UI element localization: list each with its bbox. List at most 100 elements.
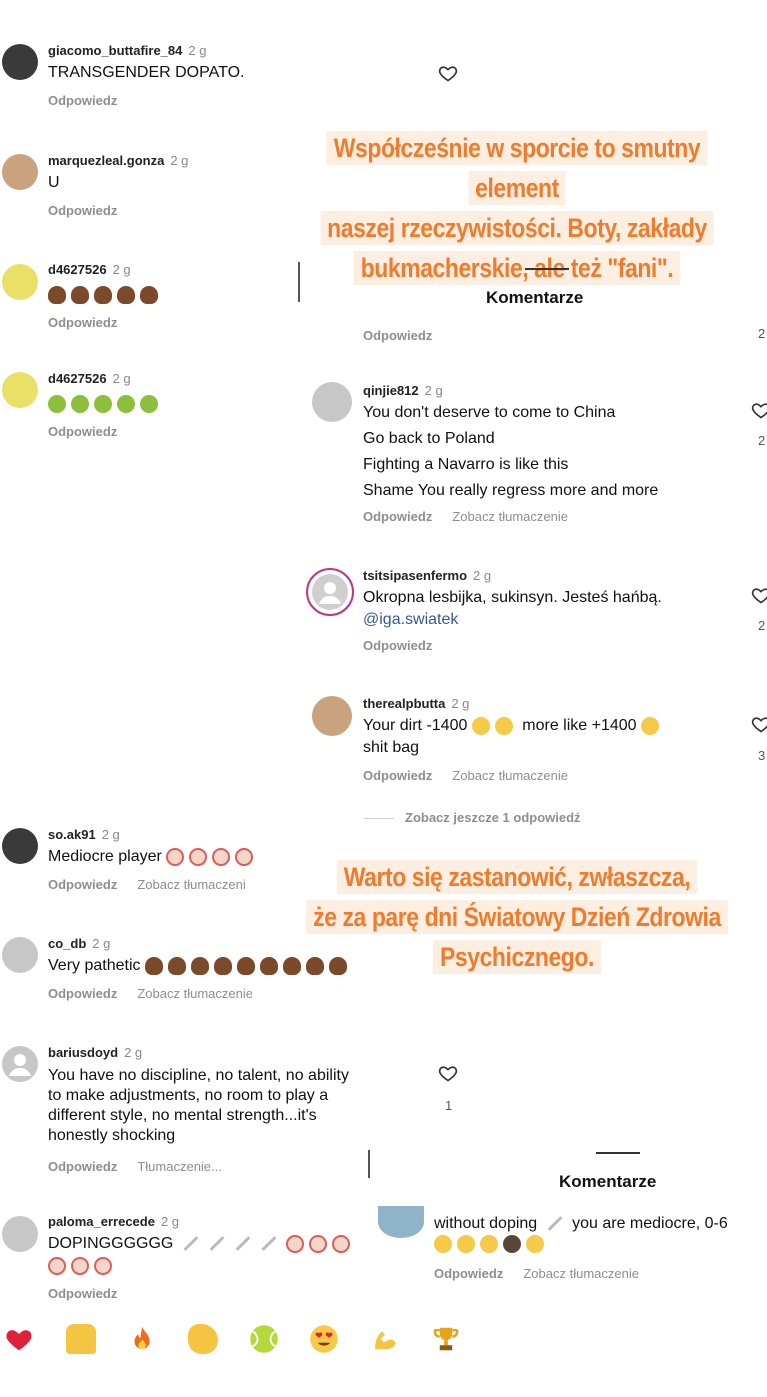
reply-button[interactable]: Odpowiedz (363, 638, 432, 653)
username[interactable]: marquezleal.gonza (48, 153, 164, 168)
avatar[interactable] (312, 382, 352, 422)
timestamp: 2 g (473, 568, 492, 583)
translate-button[interactable]: Zobacz tłumaczeni (137, 877, 245, 892)
comment-text: without doping (434, 1215, 538, 1232)
reply-button[interactable]: Odpowiedz (363, 768, 432, 783)
comment: d4627526 2 g Odpowiedz (48, 370, 163, 441)
poop-emoji-icon (213, 956, 232, 975)
username[interactable]: tsitsipasenfermo (363, 568, 467, 583)
heart-icon[interactable] (438, 63, 458, 83)
default-avatar-icon (312, 574, 348, 610)
view-more-replies-button[interactable]: Zobacz jeszcze 1 odpowiedź (405, 810, 581, 825)
fire-icon[interactable] (127, 1324, 157, 1354)
drag-handle[interactable] (596, 1152, 640, 1154)
avatar[interactable] (312, 696, 352, 736)
syringe-icon (183, 1236, 199, 1252)
reply-button[interactable]: Odpowiedz (48, 1159, 117, 1174)
avatar[interactable] (2, 44, 38, 80)
comment-text-line: honestly shocking (48, 1127, 176, 1144)
avatar[interactable] (2, 372, 38, 408)
clown-face-icon (48, 1257, 66, 1275)
translate-button[interactable]: Zobacz tłumaczenie (452, 509, 568, 524)
heart-icon[interactable] (751, 400, 767, 420)
clown-face-icon (71, 1257, 89, 1275)
username[interactable]: therealpbutta (363, 696, 445, 711)
heart-icon[interactable] (751, 714, 767, 734)
laughing-face-icon (457, 1235, 475, 1253)
banner-top-line-1: Współcześnie w sporcie to smutny element (326, 131, 708, 205)
banner-top-line-2: naszej rzeczywistości. Boty, zakłady (320, 211, 714, 245)
reaction-bar (0, 1322, 767, 1362)
translate-button[interactable]: Tłumaczenie... (137, 1159, 222, 1174)
timestamp: 2 g (92, 936, 111, 951)
avatar[interactable] (2, 828, 38, 864)
heart-icon[interactable] (751, 585, 767, 605)
reply-button[interactable]: Odpowiedz (48, 986, 117, 1001)
avatar[interactable] (306, 568, 354, 616)
clown-face-icon (332, 1234, 351, 1253)
flexed-biceps-icon[interactable] (370, 1324, 400, 1354)
reply-button[interactable]: Odpowiedz (434, 1266, 503, 1281)
username[interactable]: paloma_errecede (48, 1214, 155, 1229)
username[interactable]: d4627526 (48, 371, 107, 386)
comment: d4627526 2 g Odpowiedz (48, 261, 163, 332)
laughing-face-icon (434, 1235, 452, 1253)
reply-button[interactable]: Odpowiedz (48, 877, 117, 892)
comment: therealpbutta 2 g Your dirt -1400 more li… (363, 695, 763, 785)
comment: so.ak91 2 g Mediocre player Odpowiedz Zoba… (48, 826, 258, 894)
avatar[interactable] (2, 937, 38, 973)
poop-emoji-icon (71, 285, 89, 304)
avatar[interactable] (2, 1216, 38, 1252)
translate-button[interactable]: Zobacz tłumaczenie (452, 768, 568, 783)
avatar[interactable] (2, 154, 38, 190)
username[interactable]: so.ak91 (48, 827, 96, 842)
clown-face-icon (235, 847, 254, 866)
comment-text-line: to make adjustments, no room to play a (48, 1087, 329, 1104)
username[interactable]: bariusdoyd (48, 1045, 118, 1060)
clown-face-icon (189, 847, 208, 866)
poop-emoji-icon (328, 956, 347, 975)
panel-edge (368, 1150, 370, 1178)
drag-handle[interactable] (525, 268, 569, 270)
heart-icon[interactable] (4, 1324, 34, 1354)
reply-button[interactable]: Odpowiedz (363, 328, 432, 343)
avatar[interactable] (2, 1046, 38, 1082)
poop-emoji-icon (190, 956, 209, 975)
comment-text: you are mediocre, 0-6 (572, 1215, 728, 1232)
username[interactable]: giacomo_buttafire_84 (48, 43, 182, 58)
clapping-hands-icon[interactable] (188, 1324, 218, 1354)
timestamp: 2 g (112, 262, 131, 277)
translate-button[interactable]: Zobacz tłumaczenie (137, 986, 253, 1001)
reply-button[interactable]: Odpowiedz (48, 1286, 117, 1301)
reply-button[interactable]: Odpowiedz (48, 315, 117, 330)
timestamp: 2 g (424, 383, 443, 398)
heart-eyes-icon[interactable] (309, 1324, 339, 1354)
translate-button[interactable]: Zobacz tłumaczenie (523, 1266, 639, 1281)
nauseated-face-icon (71, 394, 89, 413)
username[interactable]: qinjie812 (363, 383, 419, 398)
reply-count: 2 (758, 326, 766, 341)
timestamp: 2 g (160, 1214, 180, 1229)
syringe-icon (209, 1236, 225, 1252)
clown-face-icon (166, 847, 185, 866)
comment: without doping you are mediocre, 0-6 Odp… (434, 1213, 767, 1283)
trophy-icon[interactable] (431, 1324, 461, 1354)
username[interactable]: d4627526 (48, 262, 107, 277)
like-count: 3 (758, 748, 766, 763)
poop-emoji-icon (259, 956, 278, 975)
avatar[interactable] (378, 1206, 424, 1238)
username[interactable]: co_db (48, 936, 86, 951)
laughing-face-icon (494, 716, 513, 735)
reply-button[interactable]: Odpowiedz (48, 93, 117, 108)
mention-link[interactable]: @iga.swiatek (363, 611, 763, 629)
default-avatar-icon (9, 1054, 31, 1076)
tennis-ball-icon[interactable] (249, 1324, 279, 1354)
raising-hands-icon[interactable] (66, 1324, 96, 1354)
reply-button[interactable]: Odpowiedz (48, 203, 117, 218)
avatar[interactable] (2, 264, 38, 300)
laughing-face-icon (471, 716, 490, 735)
heart-icon[interactable] (438, 1063, 458, 1083)
reply-button[interactable]: Odpowiedz (363, 509, 432, 524)
like-count: 1 (445, 1098, 453, 1113)
reply-button[interactable]: Odpowiedz (48, 424, 117, 439)
